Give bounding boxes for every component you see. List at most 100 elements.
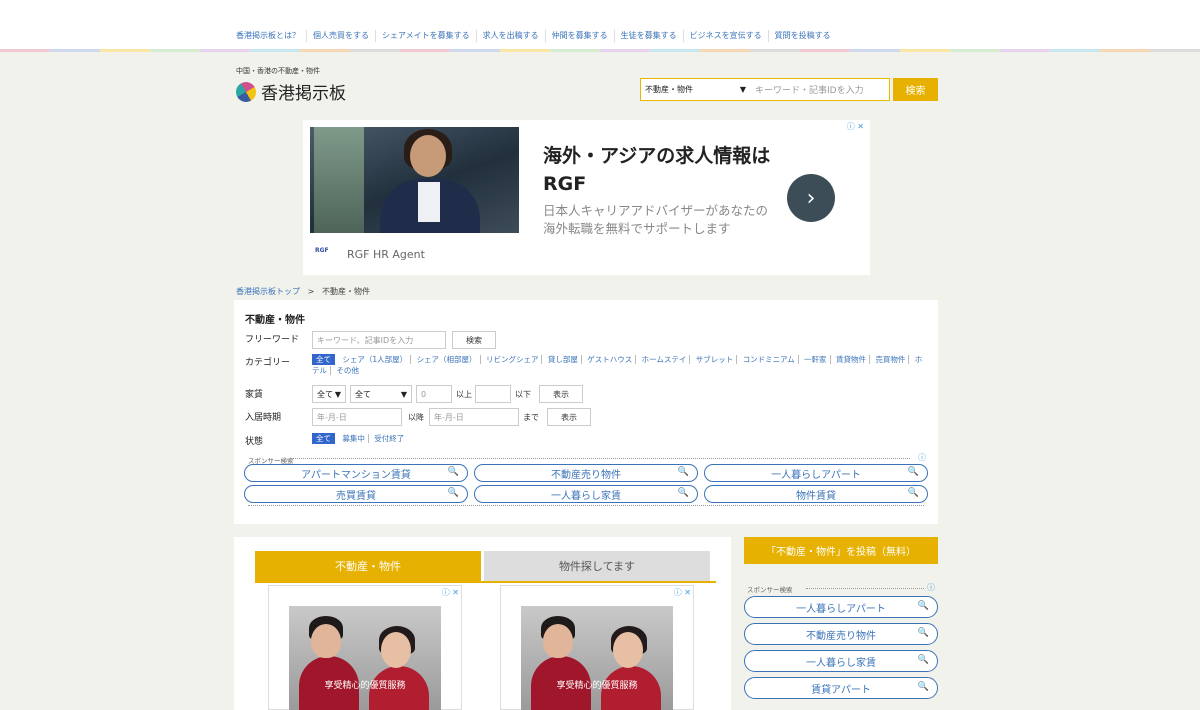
freeword-search-button[interactable]: 検索 (452, 331, 496, 349)
search-icon: 🔍 (677, 467, 689, 477)
logo-text: 香港掲示板 (261, 84, 346, 104)
date-show-button[interactable]: 表示 (547, 408, 591, 426)
category-chip[interactable]: 一軒家 (801, 355, 831, 364)
ad-caption: 享受精心的優質服務 (324, 681, 406, 691)
ad-brand: RGF RGF HR Agent (315, 247, 425, 261)
search-icon: 🔍 (917, 601, 929, 611)
sidebar-pill-sale-property[interactable]: 不動産売り物件 🔍 (744, 623, 938, 645)
ad-info-close-icon[interactable]: ⓘ ✕ (442, 587, 459, 598)
state-all[interactable]: 全て (312, 433, 335, 444)
stripe-segment (450, 49, 500, 52)
category-chip[interactable]: その他 (333, 366, 362, 375)
nav-friends[interactable]: 仲間を募集する (546, 29, 615, 42)
sidebar-sponsor-label: スポンサー検索 (747, 586, 793, 594)
category-chip[interactable]: コンドミニアム (739, 355, 799, 364)
search-icon: 🔍 (447, 467, 459, 477)
info-icon[interactable]: ⓘ (927, 582, 935, 593)
stripe-segment (350, 49, 400, 52)
search-icon: 🔍 (907, 488, 919, 498)
listing-ad-card[interactable]: ⓘ ✕ 享受精心的優質服務 (500, 585, 694, 710)
move-in-from-input[interactable]: 年-月-日 (312, 408, 402, 426)
nav-business[interactable]: ビジネスを宣伝する (684, 29, 769, 42)
search-icon: 🔍 (917, 682, 929, 692)
listing-ad-card[interactable]: ⓘ ✕ 享受精心的優質服務 (268, 585, 462, 710)
top-blank-bar (0, 0, 1200, 22)
category-chip[interactable]: 全て (312, 354, 335, 365)
rent-max-suffix: 以下 (515, 390, 531, 399)
site-logo-area[interactable]: 中国・香港の不動産・物件 香港掲示板 (232, 66, 346, 106)
ad-info-close-icon[interactable]: ⓘ ✕ (847, 121, 864, 132)
ad-banner[interactable]: RGF RGF HR Agent 海外・アジアの求人情報はRGF 日本人キャリア… (303, 120, 870, 275)
sidebar-sponsor-divider (806, 588, 924, 589)
category-label: カテゴリー (245, 358, 291, 368)
category-chip[interactable]: リビングシェア (482, 355, 543, 364)
rent-type-select[interactable]: 全て ▼ (312, 385, 346, 403)
ad-image: 享受精心的優質服務 (521, 606, 673, 710)
sidebar-pill-single-rent[interactable]: 一人暮らし家賃 🔍 (744, 650, 938, 672)
rent-show-button[interactable]: 表示 (539, 385, 583, 403)
category-chip[interactable]: シェア（相部屋） (413, 355, 481, 364)
sidebar-pill-single-apartment[interactable]: 一人暮らしアパート 🔍 (744, 596, 938, 618)
sponsor-pill-apartment-rent[interactable]: アパートマンション賃貸 🔍 (244, 464, 468, 482)
category-select[interactable]: 不動産・物件 ▼ (641, 79, 751, 100)
ad-caption: 享受精心的優質服務 (556, 681, 638, 691)
move-in-to-input[interactable]: 年-月-日 (429, 408, 519, 426)
search-icon: 🔍 (447, 488, 459, 498)
category-chip[interactable]: 賃貸物件 (832, 355, 870, 364)
filter-title: 不動産・物件 (245, 315, 305, 326)
info-icon[interactable]: ⓘ (918, 452, 926, 463)
stripe-segment (1050, 49, 1100, 52)
search-icon: 🔍 (917, 628, 929, 638)
ad-brand-logo: RGF (315, 247, 329, 254)
stripe-segment (0, 49, 50, 52)
ad-info-close-icon[interactable]: ⓘ ✕ (674, 587, 691, 598)
stripe-segment (1100, 49, 1150, 52)
sponsor-pill-sale-rent[interactable]: 売買賃貸 🔍 (244, 485, 468, 503)
nav-sharemate[interactable]: シェアメイトを募集する (376, 29, 477, 42)
stripe-segment (750, 49, 800, 52)
move-in-label: 入居時期 (245, 413, 282, 423)
rent-min-input[interactable]: 0 (416, 385, 452, 403)
ad-photo (310, 127, 519, 233)
nav-students[interactable]: 生徒を募集する (615, 29, 684, 42)
nav-jobs[interactable]: 求人を出稿する (477, 29, 546, 42)
filter-panel: 不動産・物件 フリーワード キーワード、記事IDを入力 検索 カテゴリー 全て … (234, 300, 938, 524)
nav-question[interactable]: 質問を投稿する (769, 30, 837, 42)
rent-range-select[interactable]: 全て ▼ (350, 385, 412, 403)
post-listing-button[interactable]: 「不動産・物件」を投稿（無料） (744, 537, 938, 564)
sponsor-divider (290, 458, 910, 459)
tab-real-estate[interactable]: 不動産・物件 (255, 551, 481, 581)
rent-max-input[interactable] (475, 385, 511, 403)
stripe-segment (50, 49, 100, 52)
category-chip[interactable]: 売買物件 (872, 355, 910, 364)
category-chip[interactable]: サブレット (692, 355, 738, 364)
stripe-segment (650, 49, 700, 52)
chevron-right-icon[interactable]: › (787, 174, 835, 222)
state-closed[interactable]: 受付終了 (371, 434, 407, 443)
sponsor-pill-single-apartment[interactable]: 一人暮らしアパート 🔍 (704, 464, 928, 482)
search-input[interactable]: キーワード・記事IDを入力 (751, 79, 889, 100)
search-button[interactable]: 検索 (893, 78, 938, 101)
search-icon: 🔍 (677, 488, 689, 498)
sponsor-pill-property-rent[interactable]: 物件賃貸 🔍 (704, 485, 928, 503)
category-chip[interactable]: ゲストハウス (584, 355, 637, 364)
category-chip[interactable]: ホームステイ (638, 355, 691, 364)
nav-about[interactable]: 香港掲示板とは？ (230, 29, 307, 42)
sponsor-pill-single-rent[interactable]: 一人暮らし家賃 🔍 (474, 485, 698, 503)
stripe-segment (600, 49, 650, 52)
nav-personal-sale[interactable]: 個人売買をする (307, 29, 376, 42)
category-chip[interactable]: シェア（1人部屋） (339, 355, 412, 364)
sponsor-pill-sale-property[interactable]: 不動産売り物件 🔍 (474, 464, 698, 482)
sidebar-pill-rent-apartment[interactable]: 賃貸アパート 🔍 (744, 677, 938, 699)
until-label: まで (523, 413, 539, 422)
state-open[interactable]: 募集中 (339, 434, 369, 443)
freeword-input[interactable]: キーワード、記事IDを入力 (312, 331, 446, 349)
category-chip[interactable]: 貸し部屋 (544, 355, 582, 364)
tab-wanted[interactable]: 物件探してます (484, 551, 710, 581)
stripe-segment (800, 49, 850, 52)
freeword-label: フリーワード (245, 335, 300, 345)
search-icon: 🔍 (917, 655, 929, 665)
after-label: 以降 (408, 413, 424, 422)
breadcrumb-home[interactable]: 香港掲示板トップ (236, 287, 300, 296)
header-search-box: 不動産・物件 ▼ キーワード・記事IDを入力 (640, 78, 890, 101)
